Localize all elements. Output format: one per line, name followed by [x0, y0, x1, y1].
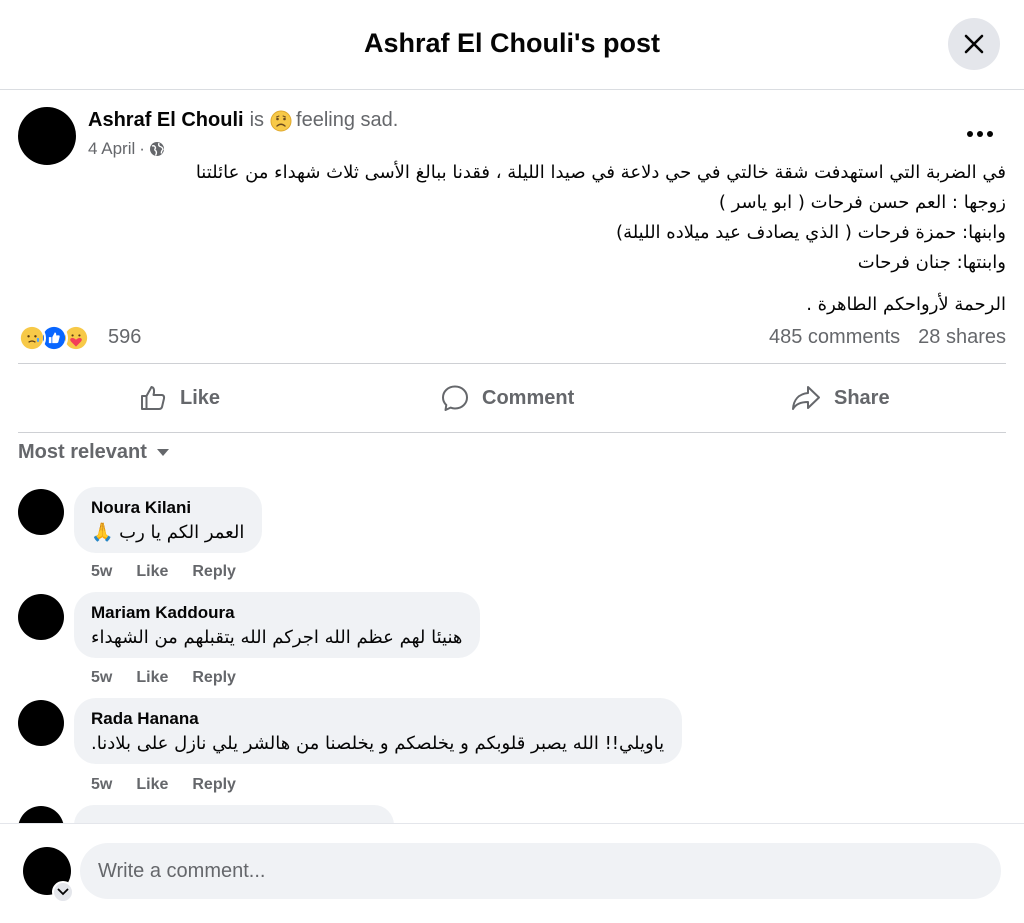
post-line: في الضربة التي استهدفت شقة خالتي في حي د… — [195, 162, 1006, 183]
comment-like-button[interactable]: Like — [136, 563, 168, 580]
post-meta: 4 April · — [88, 139, 165, 159]
meta-separator: · — [139, 139, 145, 158]
shares-count[interactable]: 28 shares — [918, 326, 1006, 348]
chevron-down-icon — [57, 888, 69, 896]
post-body: في الضربة التي استهدفت شقة خالتي في حي د… — [16, 158, 1006, 320]
reactions-row: 596 485 comments 28 shares — [18, 322, 1006, 354]
comment-reply-button[interactable]: Reply — [192, 563, 236, 580]
comment-time[interactable]: 5w — [91, 669, 112, 686]
caret-down-icon — [156, 449, 169, 456]
reaction-icons[interactable] — [18, 324, 108, 352]
comment-time[interactable]: 5w — [91, 776, 112, 793]
dialog-title: Ashraf El Chouli's post — [364, 28, 660, 58]
comment-text: ياويلي!! الله يصبر قلوبكم و يخلصكم و يخل… — [91, 733, 665, 754]
more-options-button[interactable] — [958, 118, 1002, 150]
comment-actions: 5w Like Reply — [91, 776, 260, 794]
comment-bubble-icon — [442, 385, 468, 411]
comment-bubble: Mariam Kaddoura هنيئا لهم عظم الله اجركم… — [74, 592, 481, 658]
author-avatar[interactable] — [18, 107, 76, 165]
like-label: Like — [180, 386, 221, 409]
post-line: وابنها: حمزة فرحات ( الذي يصادف عيد ميلا… — [616, 222, 1006, 243]
comment-reply-button[interactable]: Reply — [192, 669, 236, 686]
reaction-count[interactable]: 596 — [108, 326, 141, 349]
comments-count[interactable]: 485 comments — [769, 326, 900, 348]
comment-text: العمر الكم يا رب 🙏 — [91, 522, 245, 543]
feeling-text[interactable]: feeling sad. — [296, 109, 398, 132]
share-button[interactable]: Share — [790, 364, 890, 432]
commenter-avatar[interactable] — [18, 489, 64, 535]
thumbs-up-icon — [141, 386, 166, 410]
more-horizontal-icon — [967, 131, 993, 137]
comment-input[interactable] — [80, 843, 1001, 899]
comment-bubble: Noura Kilani العمر الكم يا رب 🙏 — [74, 487, 263, 553]
commenter-avatar[interactable] — [18, 594, 64, 640]
comment-actions: 5w Like Reply — [91, 563, 260, 581]
comment-sort-dropdown[interactable]: Most relevant — [18, 441, 169, 464]
commenter-name[interactable]: Noura Kilani — [91, 498, 244, 518]
like-button[interactable]: Like — [138, 364, 220, 432]
close-icon — [964, 34, 984, 54]
globe-icon[interactable] — [149, 141, 165, 157]
post-action-bar: Like Comment Share — [18, 363, 1006, 433]
is-word: is — [249, 109, 265, 131]
post-date[interactable]: 4 April — [88, 139, 135, 159]
sad-face-emoji — [270, 110, 292, 131]
care-reaction-icon — [18, 324, 46, 352]
share-arrow-icon — [792, 386, 820, 410]
share-label: Share — [834, 386, 890, 409]
comment-button[interactable]: Comment — [440, 364, 574, 432]
close-button[interactable] — [948, 18, 1000, 70]
post-author-line: Ashraf El Chouli is feeling sad. — [88, 109, 398, 132]
dialog-header: Ashraf El Chouli's post — [0, 0, 1024, 90]
author-name[interactable]: Ashraf El Chouli — [88, 109, 244, 132]
comment-bubble — [74, 805, 394, 825]
account-switcher-button[interactable] — [52, 881, 74, 903]
sort-label: Most relevant — [18, 441, 147, 463]
post-line: زوجها : العم حسن فرحات ( ابو ياسر ) — [718, 192, 1006, 213]
comment-actions: 5w Like Reply — [91, 669, 260, 687]
comment-composer — [0, 823, 1024, 923]
comment-time[interactable]: 5w — [91, 563, 112, 580]
comment-label: Comment — [482, 386, 575, 409]
post-line: وابنتها: جنان فرحات — [857, 252, 1006, 273]
comment-text: هنيئا لهم عظم الله اجركم الله يتقبلهم من… — [91, 627, 463, 648]
post-closing-line: الرحمة لأرواحكم الطاهرة . — [806, 294, 1006, 315]
comment-bubble: Rada Hanana ياويلي!! الله يصبر قلوبكم و … — [74, 698, 683, 764]
comment-like-button[interactable]: Like — [136, 776, 168, 793]
comment-like-button[interactable]: Like — [136, 669, 168, 686]
commenter-name[interactable]: Mariam Kaddoura — [91, 603, 462, 623]
commenter-name[interactable]: Rada Hanana — [91, 709, 664, 729]
comment-reply-button[interactable]: Reply — [192, 776, 236, 793]
commenter-avatar[interactable] — [18, 700, 64, 746]
comments-shares: 485 comments 28 shares — [769, 326, 1006, 349]
